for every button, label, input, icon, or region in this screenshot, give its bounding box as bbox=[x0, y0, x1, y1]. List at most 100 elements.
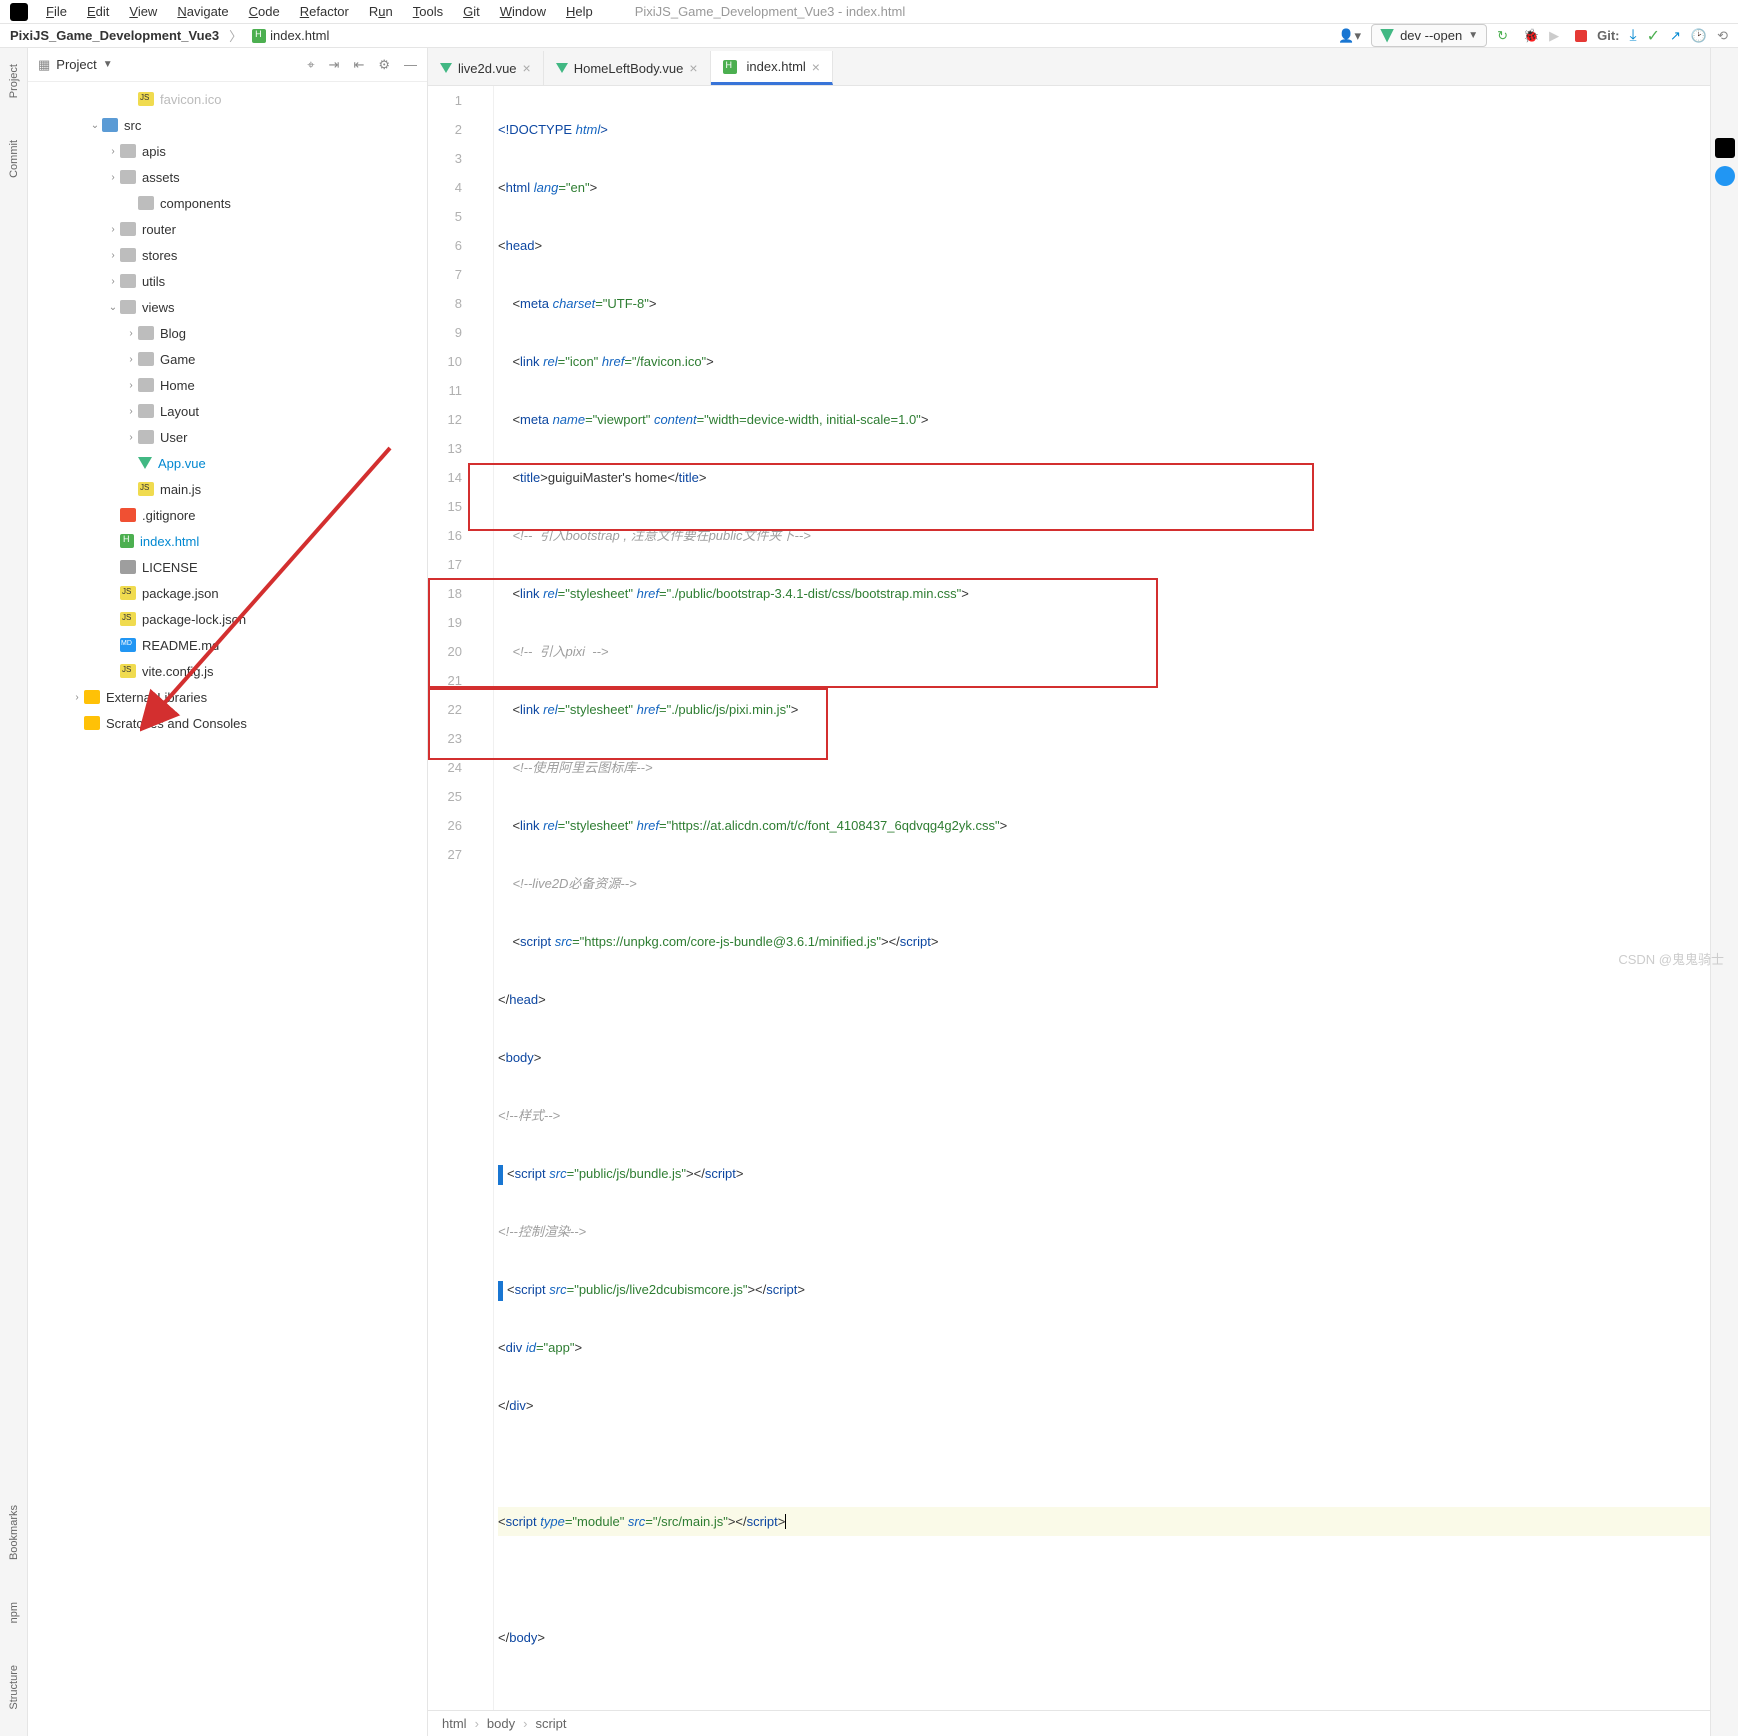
crumb-html[interactable]: html bbox=[442, 1716, 467, 1731]
watermark: CSDN @鬼鬼骑士 bbox=[1618, 949, 1724, 968]
tree-item-favicon[interactable]: favicon.ico bbox=[28, 86, 427, 112]
tree-item-packagelock[interactable]: package-lock.json bbox=[28, 606, 427, 632]
git-file-icon bbox=[120, 508, 136, 522]
tree-item-blog[interactable]: ›Blog bbox=[28, 320, 427, 346]
vue-icon bbox=[556, 63, 568, 73]
menu-tools[interactable]: Tools bbox=[405, 0, 451, 23]
tree-item-views[interactable]: ⌄views bbox=[28, 294, 427, 320]
history-icon[interactable]: 🕑 bbox=[1691, 28, 1707, 44]
tree-item-router[interactable]: ›router bbox=[28, 216, 427, 242]
scratch-icon bbox=[84, 716, 100, 730]
folder-icon bbox=[120, 144, 136, 158]
git-label: Git: bbox=[1597, 28, 1619, 43]
navigation-bar: PixiJS_Game_Development_Vue3 〉 index.htm… bbox=[0, 24, 1738, 48]
code-body[interactable]: <!DOCTYPE html> <html lang="en"> <head> … bbox=[494, 86, 1710, 1710]
tree-item-license[interactable]: LICENSE bbox=[28, 554, 427, 580]
rollback-icon[interactable]: ⟲ bbox=[1717, 28, 1728, 44]
tree-item-src[interactable]: ⌄src bbox=[28, 112, 427, 138]
tree-item-user[interactable]: ›User bbox=[28, 424, 427, 450]
vue-icon bbox=[440, 63, 452, 73]
html-file-icon bbox=[723, 60, 737, 74]
breadcrumb-file[interactable]: index.html bbox=[252, 28, 329, 44]
tree-item-gitignore[interactable]: .gitignore bbox=[28, 502, 427, 528]
rail-npm[interactable]: npm bbox=[8, 1596, 20, 1629]
tree-item-scratches[interactable]: Scratches and Consoles bbox=[28, 710, 427, 736]
tab-homeleftbody[interactable]: HomeLeftBody.vue× bbox=[544, 51, 711, 85]
tree-item-apis[interactable]: ›apis bbox=[28, 138, 427, 164]
tree-item-appvue[interactable]: App.vue bbox=[28, 450, 427, 476]
menu-file[interactable]: File bbox=[38, 0, 75, 23]
close-icon[interactable]: × bbox=[523, 60, 531, 76]
folder-icon bbox=[120, 248, 136, 262]
menu-navigate[interactable]: Navigate bbox=[169, 0, 236, 23]
menu-refactor[interactable]: Refactor bbox=[292, 0, 357, 23]
tree-item-stores[interactable]: ›stores bbox=[28, 242, 427, 268]
project-view-selector[interactable]: ▦ Project ▼ bbox=[38, 57, 113, 73]
commit-icon[interactable]: ✓ bbox=[1647, 26, 1660, 46]
menu-edit[interactable]: Edit bbox=[79, 0, 117, 23]
fold-strip[interactable] bbox=[480, 86, 494, 1710]
project-tree[interactable]: favicon.ico ⌄src ›apis ›assets component… bbox=[28, 82, 427, 1736]
menu-run[interactable]: Run bbox=[361, 0, 401, 23]
tree-item-package[interactable]: package.json bbox=[28, 580, 427, 606]
push-icon[interactable]: ↗ bbox=[1670, 28, 1681, 44]
tree-item-utils[interactable]: ›utils bbox=[28, 268, 427, 294]
menu-code[interactable]: Code bbox=[241, 0, 288, 23]
html-file-icon bbox=[252, 29, 266, 43]
run-configuration-selector[interactable]: dev --open ▼ bbox=[1371, 24, 1487, 47]
settings-icon[interactable]: ⚙ bbox=[378, 57, 390, 73]
tree-item-mainjs[interactable]: main.js bbox=[28, 476, 427, 502]
debug-icon[interactable]: 🐞 bbox=[1523, 28, 1539, 44]
expand-all-icon[interactable]: ⇥ bbox=[329, 57, 340, 73]
editor-breadcrumb: html › body › script bbox=[428, 1710, 1710, 1736]
rail-commit[interactable]: Commit bbox=[8, 134, 20, 184]
rail-project[interactable]: Project bbox=[8, 58, 20, 104]
ai-assistant-icon[interactable] bbox=[1715, 138, 1735, 158]
rerun-icon[interactable]: ↻ bbox=[1497, 28, 1513, 44]
close-icon[interactable]: × bbox=[689, 60, 697, 76]
tab-live2d[interactable]: live2d.vue× bbox=[428, 51, 544, 85]
tree-item-assets[interactable]: ›assets bbox=[28, 164, 427, 190]
tree-item-home[interactable]: ›Home bbox=[28, 372, 427, 398]
crumb-script[interactable]: script bbox=[535, 1716, 566, 1731]
user-icon[interactable]: 👤▾ bbox=[1338, 28, 1361, 44]
project-tool-window: ▦ Project ▼ ⌖ ⇥ ⇤ ⚙ — favicon.ico ⌄src ›… bbox=[28, 48, 428, 1736]
update-project-icon[interactable]: ⤓ bbox=[1630, 27, 1637, 45]
database-icon[interactable] bbox=[1715, 166, 1735, 186]
tree-item-external-libraries[interactable]: ›External Libraries bbox=[28, 684, 427, 710]
chevron-right-icon: › bbox=[523, 1716, 527, 1731]
folder-icon bbox=[138, 352, 154, 366]
window-title: PixiJS_Game_Development_Vue3 - index.htm… bbox=[635, 4, 906, 19]
code-editor[interactable]: 1234567891011121314151617181920212223242… bbox=[428, 86, 1710, 1710]
tree-item-readme[interactable]: README.md bbox=[28, 632, 427, 658]
rail-bookmarks[interactable]: Bookmarks bbox=[8, 1499, 20, 1566]
js-file-icon bbox=[138, 482, 154, 496]
run-coverage-icon[interactable]: ▶ bbox=[1549, 28, 1565, 44]
tree-item-components[interactable]: components bbox=[28, 190, 427, 216]
tree-item-viteconfig[interactable]: vite.config.js bbox=[28, 658, 427, 684]
hide-icon[interactable]: — bbox=[404, 57, 417, 73]
select-opened-file-icon[interactable]: ⌖ bbox=[307, 57, 314, 73]
tree-item-game[interactable]: ›Game bbox=[28, 346, 427, 372]
menu-help[interactable]: Help bbox=[558, 0, 601, 23]
folder-icon bbox=[120, 170, 136, 184]
tree-item-layout[interactable]: ›Layout bbox=[28, 398, 427, 424]
ide-logo-icon bbox=[10, 3, 28, 21]
rail-structure[interactable]: Structure bbox=[8, 1659, 20, 1716]
menu-window[interactable]: Window bbox=[492, 0, 554, 23]
right-tool-rail bbox=[1710, 48, 1738, 1736]
tab-indexhtml[interactable]: index.html× bbox=[711, 51, 833, 85]
collapse-all-icon[interactable]: ⇤ bbox=[353, 57, 364, 73]
stop-icon[interactable] bbox=[1575, 30, 1587, 42]
close-icon[interactable]: × bbox=[812, 59, 820, 75]
menu-view[interactable]: View bbox=[121, 0, 165, 23]
json-file-icon bbox=[120, 612, 136, 626]
menu-bar: File Edit View Navigate Code Refactor Ru… bbox=[0, 0, 1738, 24]
tree-item-indexhtml[interactable]: index.html bbox=[28, 528, 427, 554]
crumb-body[interactable]: body bbox=[487, 1716, 515, 1731]
left-tool-rail: Project Commit Bookmarks npm Structure bbox=[0, 48, 28, 1736]
menu-git[interactable]: Git bbox=[455, 0, 488, 23]
file-icon bbox=[138, 92, 154, 106]
breadcrumb-project[interactable]: PixiJS_Game_Development_Vue3 bbox=[10, 28, 219, 43]
chevron-down-icon: ▼ bbox=[1468, 30, 1478, 41]
